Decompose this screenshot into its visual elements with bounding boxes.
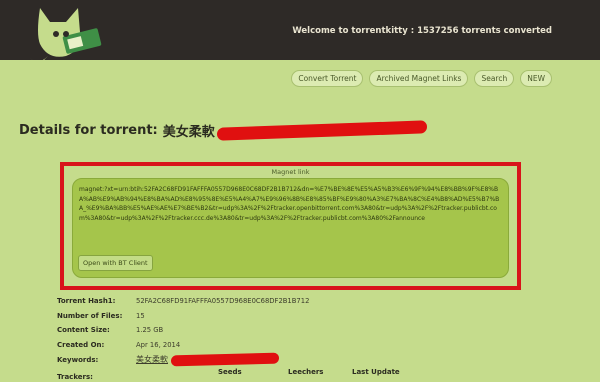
column-seeds: Seeds	[218, 368, 242, 376]
page-title-label: Details for torrent:	[19, 123, 158, 138]
keywords-label: Keywords:	[57, 355, 99, 364]
keywords-value-group: 美女柔軟	[136, 352, 279, 367]
torrentkitty-cat-logo[interactable]	[26, 6, 106, 68]
column-last-update: Last Update	[352, 368, 400, 376]
magnet-link-caption: Magnet link	[271, 168, 310, 176]
nav-archived-magnet-links[interactable]: Archived Magnet Links	[369, 70, 469, 87]
detail-row-size: Content Size: 1.25 GB	[57, 323, 537, 338]
created-label: Created On:	[57, 341, 105, 350]
size-label: Content Size:	[57, 326, 110, 335]
keywords-redaction-mark	[171, 352, 279, 367]
magnet-highlight-box: Magnet link magnet:?xt=urn:btih:52FA2C68…	[60, 162, 521, 290]
detail-row-created: Created On: Apr 16, 2014	[57, 338, 537, 353]
page-title: Details for torrent: 美女柔軟	[19, 120, 427, 141]
files-label: Number of Files:	[57, 311, 123, 320]
trackers-label: Trackers:	[57, 373, 93, 381]
hash-label: Torrent Hash1:	[57, 297, 116, 306]
title-redaction-mark	[216, 120, 427, 141]
torrent-name: 美女柔軟	[162, 125, 215, 140]
column-leechers: Leechers	[288, 368, 324, 376]
site-header: Welcome to torrentkitty : 1537256 torren…	[0, 0, 600, 62]
magnet-link-text[interactable]: magnet:?xt=urn:btih:52FA2C68FD91FAFFFA05…	[79, 185, 502, 251]
magnet-link-panel: magnet:?xt=urn:btih:52FA2C68FD91FAFFFA05…	[72, 178, 509, 278]
top-nav: Convert Torrent Archived Magnet Links Se…	[291, 70, 552, 87]
welcome-text: Welcome to torrentkitty : 1537256 torren…	[292, 26, 552, 36]
created-value: Apr 16, 2014	[136, 341, 181, 350]
detail-row-hash: Torrent Hash1: 52FA2C68FD91FAFFFA0557D96…	[57, 294, 537, 309]
hash-value: 52FA2C68FD91FAFFFA0557D968E0C68DF2B1B712	[136, 297, 310, 306]
torrent-details: Torrent Hash1: 52FA2C68FD91FAFFFA0557D96…	[57, 294, 537, 367]
nav-convert-torrent[interactable]: Convert Torrent	[291, 70, 364, 87]
size-value: 1.25 GB	[136, 326, 164, 335]
nav-new[interactable]: NEW	[520, 70, 552, 87]
detail-row-files: Number of Files: 15	[57, 309, 537, 324]
nav-search[interactable]: Search	[474, 70, 515, 87]
keywords-value[interactable]: 美女柔軟	[136, 354, 168, 365]
open-with-bt-client-button[interactable]: Open with BT Client	[78, 255, 153, 271]
files-value: 15	[136, 311, 145, 320]
detail-row-keywords: Keywords: 美女柔軟	[57, 352, 537, 367]
